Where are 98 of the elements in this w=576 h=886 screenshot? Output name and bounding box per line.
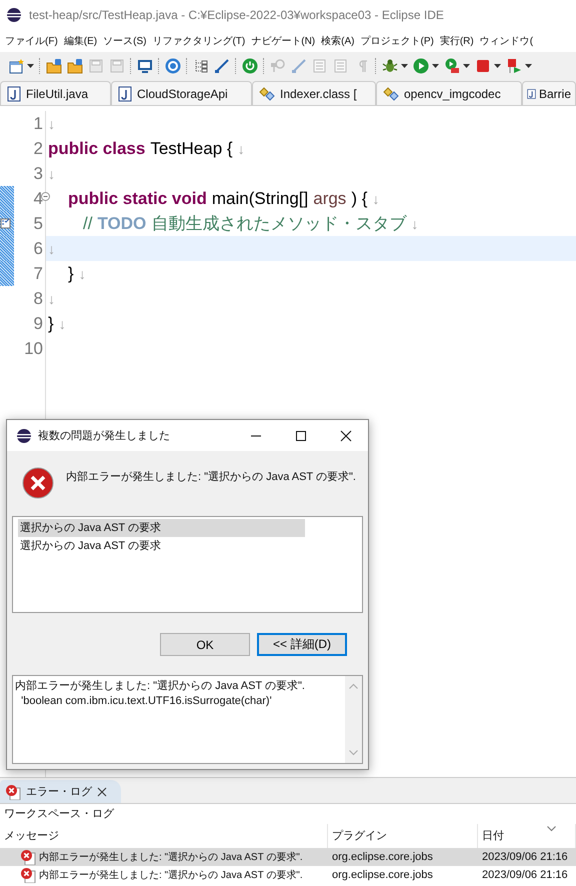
problem-list-item[interactable]: 選択からの Java AST の要求 [18,537,305,555]
editor-tab[interactable]: Indexer.class [ [252,81,376,105]
table-cell-text: 2023/09/06 21:16 [481,869,569,881]
settings-icon[interactable] [165,58,181,74]
menu-item[interactable]: ファイル(F) [5,34,58,48]
play-icon[interactable] [413,58,429,74]
flag-arrow-icon[interactable] [506,58,522,74]
problem-list-item[interactable]: 選択からの Java AST の要求 [18,519,305,537]
table-cell-text: 2023/09/06 21:16 [481,851,569,863]
line-end-marker: ↓ [238,140,245,156]
editor-tab[interactable]: opencv_imgcodec [376,81,522,105]
folder-icon[interactable] [46,58,62,74]
dropdown-caret-icon[interactable] [432,64,439,68]
line-number: 2 [34,138,43,158]
code-task-tag: TODO [97,214,146,234]
line-end-marker: ↓ [372,190,380,206]
log-scope-label: ワークスペース・ログ [3,807,116,822]
window-title: test-heap/src/TestHeap.java - C:¥Eclipse-2022-03¥workspace03 - Eclipse IDE [29,8,444,22]
class-file-icon [383,86,399,102]
line-number: 4 [34,188,43,208]
close-icon[interactable] [97,786,107,796]
log-row[interactable]: 内部エラーが発生しました: "選択からの Java AST の要求". org.eclipse.core.jobs 2023/09/06 21:16 [0,848,576,866]
java-file-icon [7,86,21,102]
line-number: 5 [34,214,43,234]
code-comment: // [83,214,92,234]
tree-icon[interactable] [193,58,209,74]
dropdown-caret-icon[interactable] [401,64,408,68]
line-number: 9 [34,314,43,334]
dropdown-caret-icon[interactable] [463,64,470,68]
line-end-marker: ↓ [48,166,55,182]
line-number: 1 [34,114,43,134]
error-log-tab[interactable]: エラー・ログ [0,780,121,803]
line-number: 6 [34,238,43,258]
log-row[interactable]: 内部エラーが発生しました: "選択からの Java AST の要求". org.eclipse.core.jobs 2023/09/06 21:16 [0,866,576,884]
menu-item[interactable]: 実行(R) [440,34,474,48]
eclipse-logo-icon [16,428,32,444]
line-end-marker: ↓ [48,290,55,306]
monitor-icon[interactable] [137,58,153,74]
line-end-marker: ↓ [48,116,55,132]
line-number: 10 [24,338,43,358]
table-cell-text: 内部エラーが発生しました: "選択からの Java AST の要求". [39,868,303,882]
table-cell-text: org.eclipse.core.jobs [331,869,434,881]
menu-item[interactable]: 検索(A) [321,34,354,48]
code-text: main(String[] [212,188,308,208]
line-number: 3 [34,164,43,184]
collapse-icon[interactable] [41,192,50,201]
code-text: } [68,264,74,284]
bug-icon[interactable] [382,58,398,74]
power-icon[interactable] [242,58,258,74]
line-number: 7 [34,264,43,284]
class-file-icon [259,86,275,102]
dropdown-caret-icon[interactable] [27,64,34,68]
maximize-icon[interactable] [295,430,307,442]
new-file-icon[interactable] [8,58,24,74]
code-keyword: public static void [68,188,207,208]
close-icon[interactable] [340,430,352,442]
menu-item[interactable]: ソース(S) [103,34,146,48]
code-text: } [48,314,54,334]
code-text: ) { [351,188,368,208]
editor-tab[interactable]: CloudStorageApi [111,81,252,105]
line-end-marker: ↓ [58,316,66,332]
dropdown-caret-icon[interactable] [494,64,501,68]
code-text: args [313,188,346,208]
menu-item[interactable]: プロジェクト(P) [360,34,434,48]
code-comment: 自動生成されたメソッド・スタブ [151,213,406,235]
details-text: 'boolean com.ibm.icu.text.UTF16.isSurrogate(char)' [20,694,273,709]
line-end-marker: ↓ [48,240,55,256]
error-entry-icon [20,867,36,883]
error-icon [22,467,54,499]
editor-tab[interactable]: FileUtil.java [0,81,111,105]
pen-icon[interactable] [214,58,230,74]
table-cell-text: org.eclipse.core.jobs [331,851,434,863]
stop-icon[interactable] [475,58,491,74]
ok-button[interactable]: OK [160,633,250,656]
menu-item[interactable]: リファクタリング(T) [152,34,246,48]
editor-tab[interactable]: Barrie [522,81,576,105]
details-text: 内部エラーが発生しました: "選択からの Java AST の要求". [15,679,306,694]
menu-item[interactable]: ウィンドウ( [480,34,534,48]
error-message: 内部エラーが発生しました: "選択からの Java AST の要求". [66,470,356,484]
play-toolbox-icon[interactable] [444,58,460,74]
folder-icon[interactable] [67,58,83,74]
line-number: 8 [34,288,43,308]
dialog-title: 複数の問題が発生しました [38,429,171,443]
details-button[interactable]: << 詳細(D) [257,633,347,656]
error-entry-icon [20,849,36,865]
line-end-marker: ↓ [411,216,418,232]
details-text-area[interactable]: 内部エラーが発生しました: "選択からの Java AST の要求". 'boolean com.ibm.icu.text.UTF16.isSurrogate(char)' [12,675,363,764]
code-keyword: public class [48,138,146,158]
menu-item[interactable]: 編集(E) [64,34,98,48]
code-text: TestHeap { [150,138,233,158]
table-cell-text: 内部エラーが発生しました: "選択からの Java AST の要求". [39,850,303,864]
java-file-icon [118,86,132,102]
error-log-icon [5,784,21,800]
dropdown-caret-icon[interactable] [525,64,532,68]
sort-caret-icon[interactable] [547,826,556,832]
menu-item[interactable]: ナビゲート(N) [251,34,316,48]
eclipse-logo-icon [6,7,22,23]
line-end-marker: ↓ [78,266,86,282]
